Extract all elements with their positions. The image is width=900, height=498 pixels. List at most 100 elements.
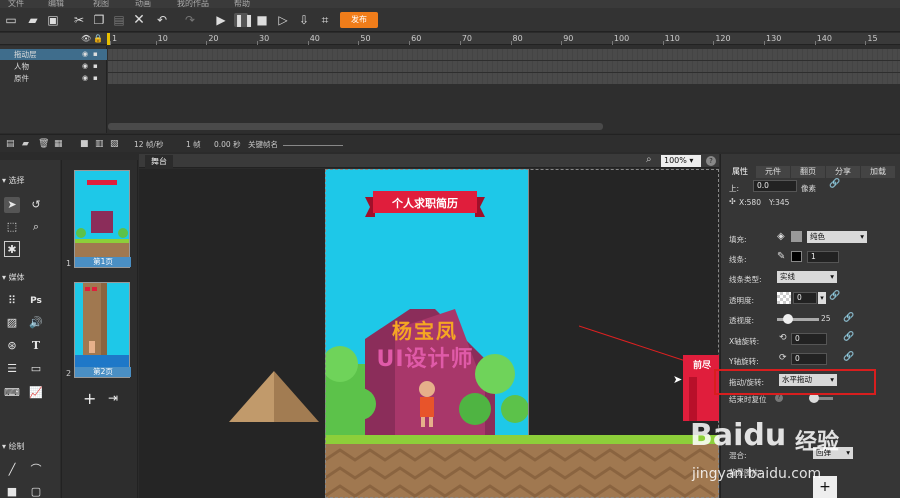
link-icon[interactable]: 🔗 (829, 179, 840, 189)
text-icon[interactable]: T (28, 338, 44, 354)
insert-page-icon[interactable]: ⇥ (108, 391, 118, 405)
sound-icon[interactable]: 🔊 (28, 315, 44, 331)
stage-select-icon[interactable]: ✱ (4, 241, 20, 257)
stroke-type-select[interactable]: 实线 ▾ (777, 271, 837, 283)
menu-animation[interactable]: 动画 (135, 0, 151, 8)
zoom-icon[interactable]: ⌕ (28, 219, 44, 235)
section-media[interactable]: ▾ 媒体 (2, 272, 25, 283)
lock-icon[interactable]: ▪ (93, 61, 98, 72)
export-icon[interactable]: ⇩ (297, 13, 311, 27)
lock-icon[interactable]: ▪ (93, 73, 98, 84)
delete-icon[interactable]: ✕ (132, 13, 146, 27)
layer-element[interactable]: 原件 ◉ ▪ (0, 73, 107, 84)
frame-ruler[interactable]: 1 10 20 30 40 50 60 70 80 90 100 110 120 130 140 15 (107, 33, 900, 45)
link-icon[interactable]: 🔗 (829, 291, 840, 301)
opacity-input[interactable]: 0 (793, 292, 817, 304)
image-icon[interactable]: ▨ (4, 315, 20, 331)
eye-icon[interactable]: ◉ (82, 73, 88, 84)
transparency-swatch[interactable] (777, 292, 791, 304)
cut-icon[interactable]: ✂ (72, 13, 86, 27)
folder-icon[interactable]: ▰ (22, 139, 29, 149)
undo-icon[interactable]: ↶ (155, 13, 169, 27)
paint-bucket-icon[interactable]: ◈ (777, 231, 785, 242)
tab-load[interactable]: 加载 (861, 166, 895, 178)
link-icon[interactable]: 🔗 (843, 313, 854, 323)
zoom-select[interactable]: 100% ▾ (661, 155, 701, 167)
menu-view[interactable]: 视图 (93, 0, 109, 8)
pen-icon[interactable]: ✎ (777, 251, 785, 262)
top-input[interactable]: 0.0 (753, 180, 797, 192)
x-rotation-input[interactable]: 0 (791, 333, 827, 345)
menu-help[interactable]: 帮助 (234, 0, 250, 8)
layer-drag[interactable]: 拖动层 ◉ ▪ (0, 49, 107, 60)
help-icon[interactable]: ? (706, 156, 716, 166)
arrow-select-icon[interactable]: ➤ (4, 197, 20, 213)
new-file-icon[interactable]: ▭ (4, 13, 18, 27)
link-icon[interactable]: 🔗 (843, 352, 854, 362)
menu-my-works[interactable]: 我的作品 (177, 0, 209, 8)
list-icon[interactable]: ☰ (4, 361, 20, 377)
stroke-width-input[interactable]: 1 (807, 251, 839, 263)
save-icon[interactable]: ▣ (46, 13, 60, 27)
stroke-color-swatch[interactable] (791, 251, 802, 262)
page-thumbnail-2[interactable]: 第2页 (74, 282, 131, 378)
insert-frame-icon[interactable]: ■ (80, 139, 89, 149)
timeline-scrollbar[interactable] (108, 123, 603, 130)
chart-icon[interactable]: 📈 (28, 385, 44, 401)
add-layer-icon[interactable]: ▤ (6, 139, 15, 149)
pyramid-shape[interactable] (229, 369, 319, 424)
eye-icon[interactable]: ◉ (82, 49, 88, 60)
visibility-icon[interactable]: 👁 (81, 34, 91, 43)
play-icon[interactable]: ▶ (214, 13, 228, 27)
add-page-icon[interactable]: + (83, 389, 96, 408)
menu-edit[interactable]: 编辑 (48, 0, 64, 8)
eye-icon[interactable]: ◉ (82, 61, 88, 72)
redo-icon[interactable]: ↷ (183, 13, 197, 27)
lock-icon[interactable]: 🔒 (93, 34, 103, 43)
frame-track[interactable] (108, 73, 900, 84)
video-icon[interactable]: ⊛ (4, 338, 20, 354)
remove-frame-icon[interactable]: ▧ (110, 139, 119, 149)
blur-slider-knob[interactable] (782, 314, 793, 324)
fill-type-select[interactable]: 纯色 ▾ (807, 231, 867, 243)
photoshop-icon[interactable]: Ps (28, 293, 44, 309)
lasso-icon[interactable]: ↺ (28, 197, 44, 213)
curve-icon[interactable]: ⌒ (28, 462, 44, 478)
rounded-rect-icon[interactable]: ▢ (28, 484, 44, 498)
pause-icon[interactable]: ❚❚ (234, 13, 254, 27)
tab-page-turn[interactable]: 翻页 (791, 166, 825, 178)
section-select[interactable]: ▾ 选择 (2, 175, 25, 186)
stop-icon[interactable]: ■ (255, 13, 269, 27)
rectangle-icon[interactable]: ■ (4, 484, 20, 498)
layer-props-icon[interactable]: ▦ (54, 139, 63, 149)
grid-icon[interactable]: ⠿ (4, 293, 20, 309)
trash-icon[interactable]: 🗑 (38, 139, 49, 149)
insert-keyframe-icon[interactable]: ▥ (95, 139, 104, 149)
screen-icon[interactable]: ▭ (28, 361, 44, 377)
keyframe-name-input[interactable] (283, 145, 343, 146)
tab-properties[interactable]: 属性 (725, 166, 755, 178)
html-icon[interactable]: ⌨ (4, 385, 20, 401)
tab-components[interactable]: 元件 (756, 166, 790, 178)
marquee-icon[interactable]: ⬚ (4, 219, 20, 235)
section-draw[interactable]: ▾ 绘制 (2, 441, 25, 452)
tab-stage[interactable]: 舞台 (145, 155, 173, 168)
line-icon[interactable]: ╱ (4, 462, 20, 478)
tab-share[interactable]: 分享 (826, 166, 860, 178)
search-icon[interactable]: ⌕ (646, 154, 652, 165)
page-thumbnail-1[interactable]: 第1页 (74, 170, 131, 268)
code-icon[interactable]: ⌗ (318, 13, 332, 27)
fill-color-swatch[interactable] (791, 231, 802, 242)
link-icon[interactable]: 🔗 (843, 332, 854, 342)
opacity-dropdown-icon[interactable]: ▾ (818, 292, 826, 304)
paste-icon[interactable]: ▤ (112, 13, 126, 27)
copy-icon[interactable]: ❐ (92, 13, 106, 27)
publish-button[interactable]: 发布 (340, 12, 378, 28)
menu-file[interactable]: 文件 (8, 0, 24, 8)
layer-person[interactable]: 人物 ◉ ▪ (0, 61, 107, 72)
open-folder-icon[interactable]: ▰ (26, 13, 40, 27)
preview-icon[interactable]: ▷ (276, 13, 290, 27)
lock-icon[interactable]: ▪ (93, 49, 98, 60)
help-icon[interactable]: ? (775, 394, 783, 402)
frame-track[interactable] (108, 49, 900, 60)
